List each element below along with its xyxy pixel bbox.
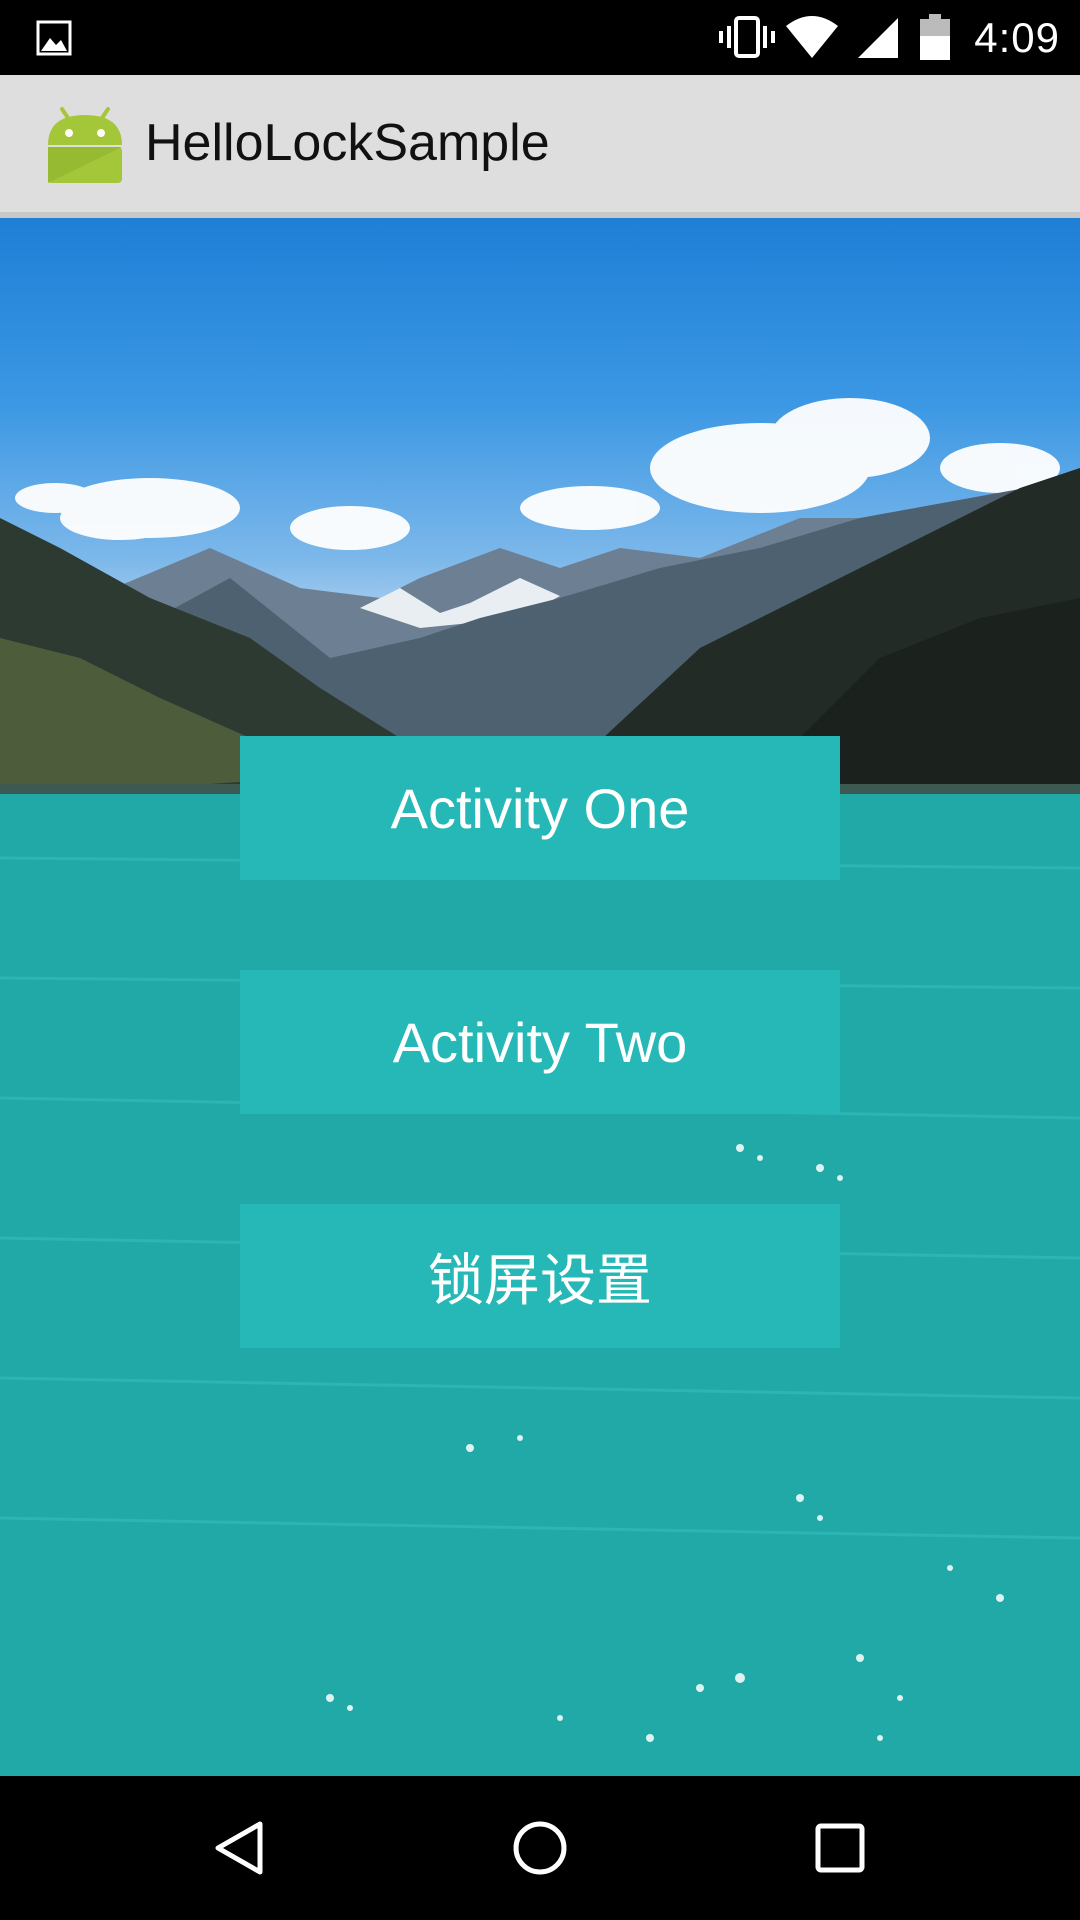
home-button[interactable]: [490, 1798, 590, 1898]
lock-screen-settings-button[interactable]: 锁屏设置: [240, 1204, 840, 1348]
battery-icon: [920, 14, 950, 60]
android-icon: [48, 107, 122, 183]
signal-icon: [858, 18, 898, 58]
action-bar: HelloLockSample: [0, 75, 1080, 218]
wifi-icon: [786, 16, 838, 58]
activity-one-button[interactable]: Activity One: [240, 736, 840, 880]
back-icon: [215, 1821, 263, 1875]
gallery-icon: [36, 20, 72, 56]
activity-two-button[interactable]: Activity Two: [240, 970, 840, 1114]
status-clock: 4:09: [974, 14, 1060, 61]
main-content: Activity One Activity Two 锁屏设置: [0, 218, 1080, 1776]
status-bar: 4:09: [0, 0, 1080, 75]
app-title: HelloLockSample: [145, 114, 550, 172]
recents-button[interactable]: [790, 1798, 890, 1898]
back-button[interactable]: [190, 1798, 290, 1898]
screen: 4:09 HelloLockSample Activity One Activi…: [0, 0, 1080, 1920]
vibrate-icon: [719, 16, 775, 58]
home-icon: [513, 1821, 567, 1875]
navigation-bar: [0, 1776, 1080, 1920]
recents-icon: [815, 1823, 865, 1873]
